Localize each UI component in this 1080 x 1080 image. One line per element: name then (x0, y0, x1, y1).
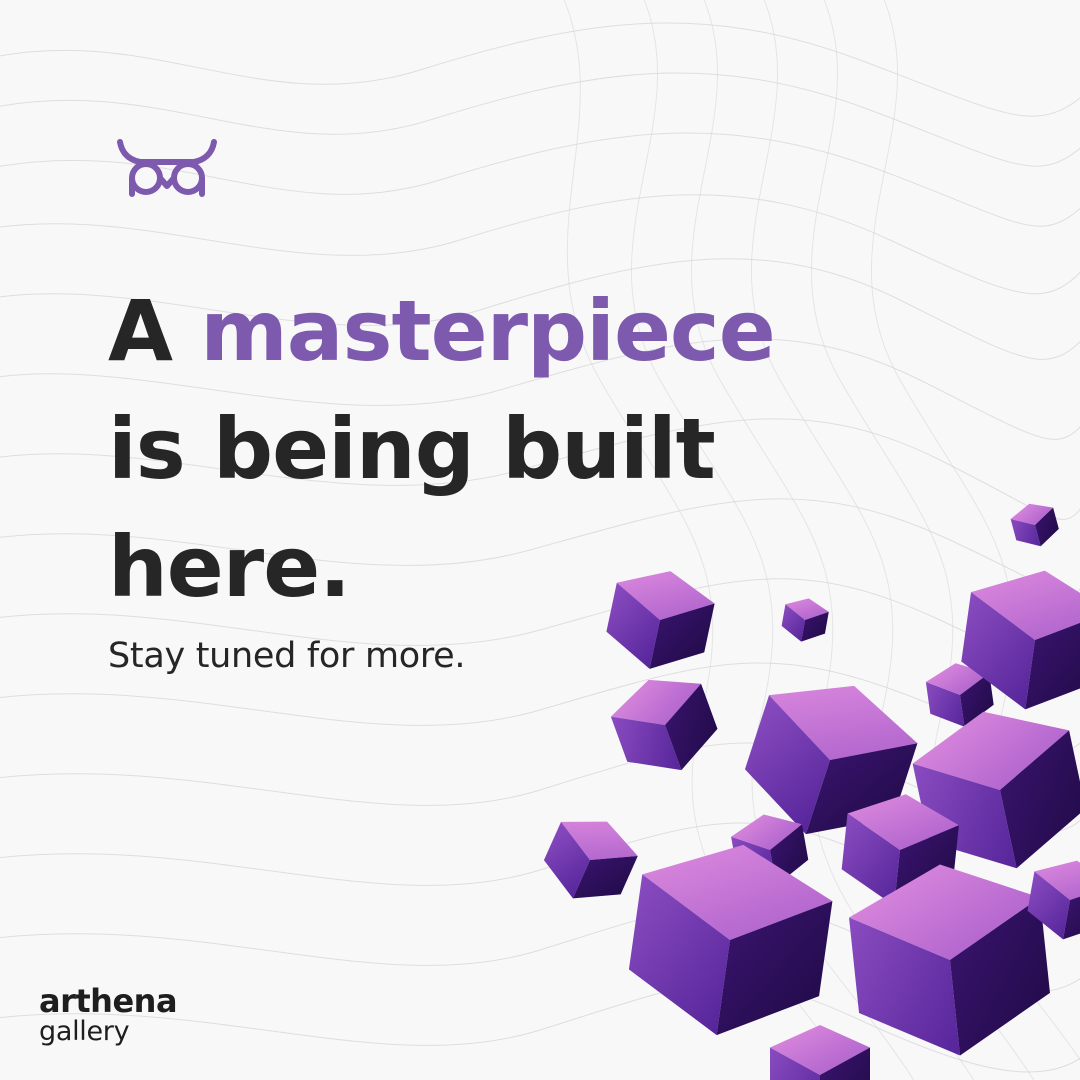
brand-name: arthena (39, 982, 178, 1020)
poster: A masterpiece is being built here. Stay … (0, 0, 1080, 1080)
cube-2 (781, 598, 829, 642)
cube-3 (606, 571, 715, 669)
purple-cubes-illustration (543, 503, 1080, 1080)
brand-subtitle: gallery (39, 1016, 130, 1047)
cube-5 (610, 679, 718, 771)
cube-15 (770, 1025, 870, 1080)
cube-1 (1010, 503, 1059, 547)
brand-wordmark: arthena gallery (39, 982, 178, 1047)
cube-12 (628, 844, 833, 1036)
cube-9 (543, 821, 638, 899)
